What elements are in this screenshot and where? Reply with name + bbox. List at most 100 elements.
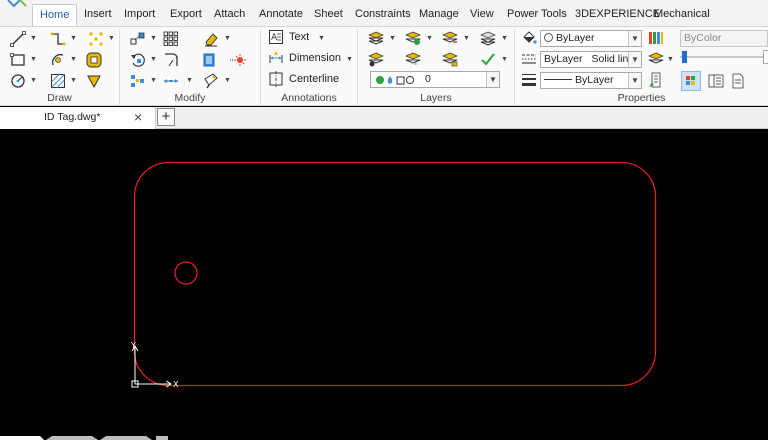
centerline-button[interactable]: Centerline <box>289 73 339 85</box>
tab-annotate[interactable]: Annotate <box>259 5 303 26</box>
layer-previous-icon[interactable] <box>405 30 421 46</box>
rectangle-icon[interactable] <box>10 52 26 68</box>
chevron-down-icon[interactable]: ▼ <box>389 35 396 42</box>
polygon-icon[interactable] <box>86 52 102 68</box>
copy-icon[interactable] <box>130 73 146 89</box>
tab-import[interactable]: Import <box>124 5 155 26</box>
transparency-slider-track[interactable] <box>680 56 768 58</box>
layout-tab-strip[interactable] <box>0 434 200 440</box>
chevron-down-icon[interactable]: ▼ <box>486 72 499 87</box>
fillet-icon[interactable] <box>163 52 179 68</box>
layer-dropdown[interactable]: 0 ▼ <box>370 71 500 88</box>
tab-insert[interactable]: Insert <box>84 5 112 26</box>
tab-manage[interactable]: Manage <box>419 5 459 26</box>
erase-icon[interactable] <box>203 31 219 47</box>
circle-icon[interactable] <box>10 73 26 89</box>
tab-sheet[interactable]: Sheet <box>314 5 343 26</box>
point-icon[interactable] <box>88 31 104 47</box>
transparency-icon[interactable] <box>648 51 664 67</box>
chevron-down-icon[interactable]: ▼ <box>70 77 77 84</box>
tab-3dexperience[interactable]: 3DEXPERIENCE <box>575 5 660 26</box>
tag-outline[interactable] <box>133 161 657 387</box>
quick-properties-toggle[interactable] <box>681 71 701 91</box>
chevron-down-icon[interactable]: ▼ <box>463 35 470 42</box>
chevron-down-icon[interactable]: ▼ <box>426 35 433 42</box>
chevron-down-icon[interactable]: ▼ <box>186 77 193 84</box>
chevron-down-icon[interactable]: ▼ <box>30 56 37 63</box>
linetype-icon[interactable] <box>521 51 537 67</box>
chevron-down-icon[interactable]: ▼ <box>628 52 641 67</box>
chevron-down-icon[interactable]: ▼ <box>224 77 231 84</box>
tab-view[interactable]: View <box>470 5 494 26</box>
make-current-check-icon[interactable] <box>480 51 496 67</box>
linetype-dropdown[interactable]: ByLayer Solid line ▼ <box>540 51 642 68</box>
chevron-down-icon[interactable]: ▼ <box>70 56 77 63</box>
polyline-icon[interactable] <box>50 31 66 47</box>
lineweight-icon[interactable] <box>521 72 537 88</box>
chevron-down-icon[interactable]: ▼ <box>150 77 157 84</box>
app-logo-icon[interactable] <box>6 0 28 8</box>
chevron-down-icon[interactable]: ▼ <box>108 35 115 42</box>
transparency-slider-thumb[interactable] <box>682 51 687 63</box>
stretch-icon[interactable] <box>163 73 179 89</box>
transparency-value-field[interactable] <box>763 50 768 64</box>
chevron-down-icon[interactable]: ▼ <box>150 35 157 42</box>
line-icon[interactable] <box>10 31 26 47</box>
layer-off-icon[interactable] <box>368 51 384 67</box>
layer-unisolate-icon[interactable] <box>480 30 496 46</box>
chevron-down-icon[interactable]: ▼ <box>70 35 77 42</box>
close-icon[interactable]: × <box>134 109 142 125</box>
lineweight-dropdown[interactable]: ByLayer ▼ <box>540 72 642 89</box>
layer-isolate-icon[interactable] <box>442 30 458 46</box>
match-properties-icon[interactable] <box>203 73 219 89</box>
dimension-button[interactable]: Dimension <box>289 52 341 64</box>
tab-power-tools[interactable]: Power Tools <box>507 5 567 26</box>
color-fill-icon[interactable] <box>521 30 537 46</box>
plot-style-dropdown[interactable]: ByColor <box>680 30 768 47</box>
chevron-down-icon[interactable]: ▼ <box>667 56 674 63</box>
layer-freeze-icon[interactable]: * <box>405 51 421 67</box>
color-dropdown[interactable]: ByLayer ▼ <box>540 30 642 47</box>
drawing-canvas[interactable]: Y X <box>0 130 768 440</box>
document-properties-icon[interactable] <box>730 73 746 89</box>
centerline-icon[interactable] <box>268 71 284 87</box>
tab-export[interactable]: Export <box>170 5 202 26</box>
chevron-down-icon[interactable]: ▼ <box>150 56 157 63</box>
rotate-icon[interactable] <box>130 52 146 68</box>
tab-attach[interactable]: Attach <box>214 5 245 26</box>
properties-brush-icon[interactable] <box>230 52 246 68</box>
wipeout-icon[interactable] <box>86 73 102 89</box>
group-label-properties: Properties <box>617 92 666 104</box>
chevron-down-icon[interactable]: ▼ <box>346 56 353 63</box>
chevron-down-icon[interactable]: ▼ <box>628 31 641 46</box>
dimension-icon[interactable] <box>268 50 284 66</box>
chevron-down-icon[interactable]: ▼ <box>628 73 641 88</box>
tag-hole[interactable] <box>174 261 198 285</box>
tab-mechanical[interactable]: Mechanical <box>654 5 710 26</box>
text-icon[interactable]: A <box>268 29 284 45</box>
properties-palette-icon[interactable] <box>708 73 724 89</box>
layer-lock-icon[interactable] <box>442 51 458 67</box>
hatch-icon[interactable] <box>50 73 66 89</box>
list-properties-icon[interactable] <box>648 72 664 88</box>
layer-manager-icon[interactable] <box>368 30 384 46</box>
ucs-y-label: Y <box>130 341 136 350</box>
move-icon[interactable] <box>130 31 146 47</box>
text-button[interactable]: Text <box>289 31 309 43</box>
chevron-down-icon[interactable]: ▼ <box>30 77 37 84</box>
array-icon[interactable] <box>163 31 179 47</box>
document-tab[interactable]: ID Tag.dwg* × <box>0 107 156 129</box>
tab-constraints[interactable]: Constraints <box>355 5 411 26</box>
chevron-down-icon[interactable]: ▼ <box>30 35 37 42</box>
tab-home[interactable]: Home <box>32 4 78 26</box>
explode-icon[interactable] <box>201 52 217 68</box>
ribbon-panel: ▼ ▼ ▼ ▼ ▼ ▼ ▼ Draw ▼ ▼ ▼ ▼ ▼ ▼ Modify A … <box>0 26 768 106</box>
drawing-area[interactable]: Y X <box>0 130 768 440</box>
new-tab-button[interactable]: + <box>157 108 175 126</box>
color-bars-icon[interactable] <box>648 30 664 46</box>
chevron-down-icon[interactable]: ▼ <box>224 35 231 42</box>
chevron-down-icon[interactable]: ▼ <box>501 35 508 42</box>
chevron-down-icon[interactable]: ▼ <box>501 56 508 63</box>
chevron-down-icon[interactable]: ▼ <box>318 35 325 42</box>
arc-icon[interactable] <box>50 52 66 68</box>
